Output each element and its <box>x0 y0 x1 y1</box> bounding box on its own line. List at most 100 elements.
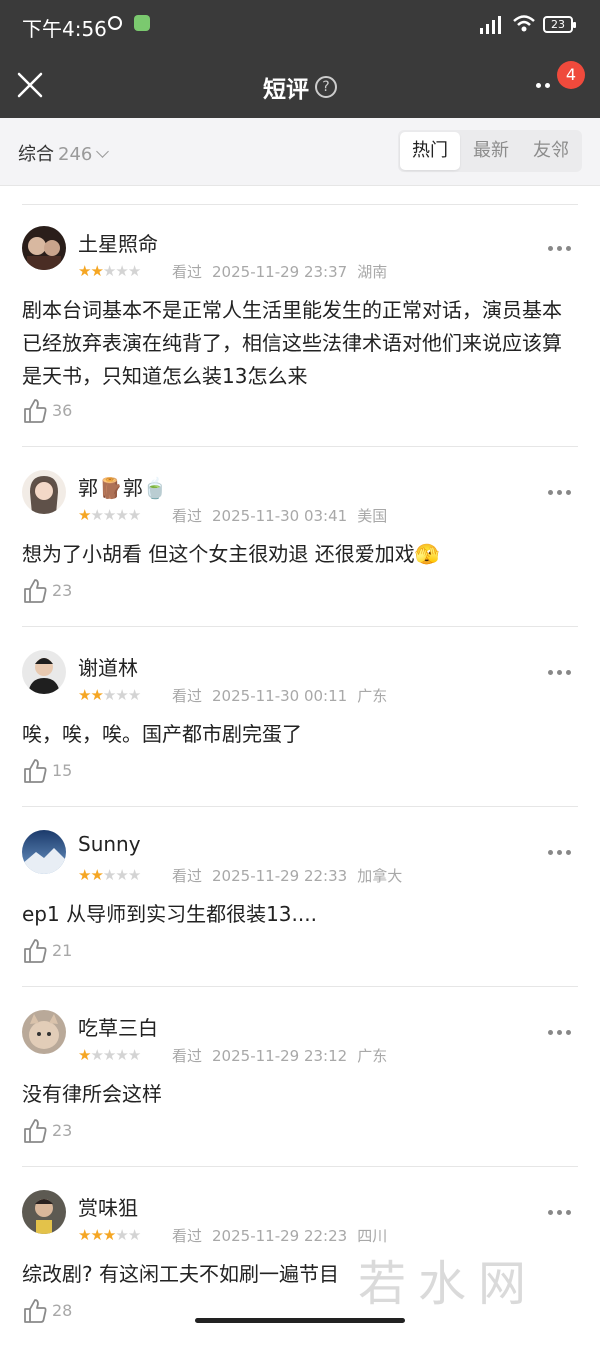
star-rating: ★★★★★ <box>78 1226 141 1244</box>
home-indicator[interactable] <box>195 1318 405 1323</box>
review-meta: 看过 2025-11-30 03:41 美国 <box>172 505 397 526</box>
star-filled-icon: ★ <box>78 686 91 704</box>
star-filled-icon: ★ <box>78 866 91 884</box>
like-count: 15 <box>52 761 73 780</box>
review-item: 吃草三白 ★★★★★ 看过 2025-11-29 23:12 广东 没有律所会这样 … <box>0 990 600 1170</box>
review-content: 剧本台词基本不是正常人生活里能发生的正常对话，演员基本已经放弃表演在纯背了，相信… <box>22 298 562 388</box>
like-button[interactable]: 21 <box>22 938 72 964</box>
more-icon[interactable] <box>536 83 556 89</box>
star-filled-icon: ★ <box>102 1226 116 1244</box>
watched-label: 看过 <box>172 263 203 281</box>
review-location: 广东 <box>357 687 388 705</box>
thumbs-up-icon <box>24 399 47 423</box>
avatar[interactable] <box>22 1190 66 1234</box>
like-button[interactable]: 28 <box>22 1298 72 1324</box>
review-meta: 看过 2025-11-29 22:33 加拿大 <box>172 865 412 886</box>
star-empty-icon: ★ <box>127 686 141 704</box>
star-filled-icon: ★ <box>90 1226 103 1244</box>
thumbs-up-icon <box>24 579 47 603</box>
more-options-icon[interactable] <box>548 490 572 496</box>
review-content: 唉，唉，唉。国产都市剧完蛋了 <box>22 722 302 746</box>
review-content: 想为了小胡看 但这个女主很劝退 还很爱加戏🫣 <box>22 542 440 566</box>
thumbs-up-icon <box>24 939 47 963</box>
star-filled-icon: ★ <box>78 1226 91 1244</box>
page-title-group: 短评? <box>0 70 600 104</box>
more-options-icon[interactable] <box>548 670 572 676</box>
username[interactable]: 郭🪵郭🍵 <box>78 472 168 501</box>
like-button[interactable]: 23 <box>22 1118 72 1144</box>
chevron-down-icon <box>96 145 110 158</box>
star-empty-icon: ★ <box>127 506 141 524</box>
tab-latest[interactable]: 最新 <box>460 130 522 172</box>
help-icon[interactable]: ? <box>315 76 337 98</box>
avatar[interactable] <box>22 650 66 694</box>
tab-hot[interactable]: 热门 <box>400 132 460 170</box>
review-datetime: 2025-11-30 00:11 <box>212 687 348 705</box>
username[interactable]: 谢道林 <box>78 652 138 681</box>
battery-icon: 23 <box>543 16 576 33</box>
more-options-icon[interactable] <box>548 246 572 252</box>
review-location: 四川 <box>357 1227 388 1245</box>
more-options-icon[interactable] <box>548 1210 572 1216</box>
more-options-icon[interactable] <box>548 850 572 856</box>
review-item: 土星照命 ★★★★★ 看过 2025-11-29 23:37 湖南 剧本台词基本不是… <box>0 206 600 447</box>
avatar[interactable] <box>22 470 66 514</box>
review-meta: 看过 2025-11-29 23:37 湖南 <box>172 261 397 282</box>
review-count: 246 <box>58 144 93 165</box>
sort-dropdown[interactable]: 综合 246 <box>18 140 110 166</box>
review-item: Sunny ★★★★★ 看过 2025-11-29 22:33 加拿大 ep1 从导… <box>0 810 600 990</box>
avatar[interactable] <box>22 226 66 270</box>
divider <box>22 626 578 627</box>
divider <box>22 204 578 205</box>
star-rating: ★★★★★ <box>78 506 141 524</box>
status-time: 下午4:56 <box>22 17 107 41</box>
star-filled-icon: ★ <box>78 1046 91 1064</box>
username[interactable]: 土星照命 <box>78 228 158 257</box>
review-location: 湖南 <box>357 263 388 281</box>
review-meta: 看过 2025-11-30 00:11 广东 <box>172 685 397 706</box>
tab-friends[interactable]: 友邻 <box>520 130 582 172</box>
review-datetime: 2025-11-29 22:33 <box>212 867 348 885</box>
like-button[interactable]: 15 <box>22 758 72 784</box>
avatar[interactable] <box>22 830 66 874</box>
like-button[interactable]: 23 <box>22 578 72 604</box>
star-empty-icon: ★ <box>115 1046 128 1064</box>
watched-label: 看过 <box>172 507 203 525</box>
review-datetime: 2025-11-29 23:12 <box>212 1047 348 1065</box>
alarm-icon <box>108 16 122 30</box>
star-empty-icon: ★ <box>115 686 128 704</box>
review-datetime: 2025-11-30 03:41 <box>212 507 348 525</box>
divider <box>22 986 578 987</box>
notification-badge[interactable]: 4 <box>557 61 585 89</box>
star-empty-icon: ★ <box>90 506 103 524</box>
review-datetime: 2025-11-29 23:37 <box>212 263 348 281</box>
avatar[interactable] <box>22 1010 66 1054</box>
thumbs-up-icon <box>24 759 47 783</box>
review-location: 广东 <box>357 1047 388 1065</box>
star-empty-icon: ★ <box>102 506 116 524</box>
username[interactable]: Sunny <box>78 832 141 856</box>
username[interactable]: 吃草三白 <box>78 1012 158 1041</box>
wifi-icon <box>513 15 535 32</box>
watched-label: 看过 <box>172 867 203 885</box>
like-count: 23 <box>52 581 73 600</box>
review-datetime: 2025-11-29 22:23 <box>212 1227 348 1245</box>
review-content: 没有律所会这样 <box>22 1082 162 1106</box>
like-button[interactable]: 36 <box>22 398 72 424</box>
watched-label: 看过 <box>172 1227 203 1245</box>
watermark: 若水网 <box>358 1256 539 1312</box>
signal-icon <box>480 16 501 34</box>
star-rating: ★★★★★ <box>78 262 141 280</box>
review-location: 加拿大 <box>357 867 403 885</box>
star-empty-icon: ★ <box>115 506 128 524</box>
star-empty-icon: ★ <box>127 1226 141 1244</box>
star-empty-icon: ★ <box>115 1226 128 1244</box>
like-count: 21 <box>52 941 73 960</box>
app-notification-icon <box>134 15 150 31</box>
username[interactable]: 赏味狙 <box>78 1192 138 1221</box>
sort-label: 综合 <box>18 144 54 165</box>
like-count: 23 <box>52 1121 73 1140</box>
star-filled-icon: ★ <box>78 506 91 524</box>
page-title: 短评 <box>263 77 309 103</box>
more-options-icon[interactable] <box>548 1030 572 1036</box>
